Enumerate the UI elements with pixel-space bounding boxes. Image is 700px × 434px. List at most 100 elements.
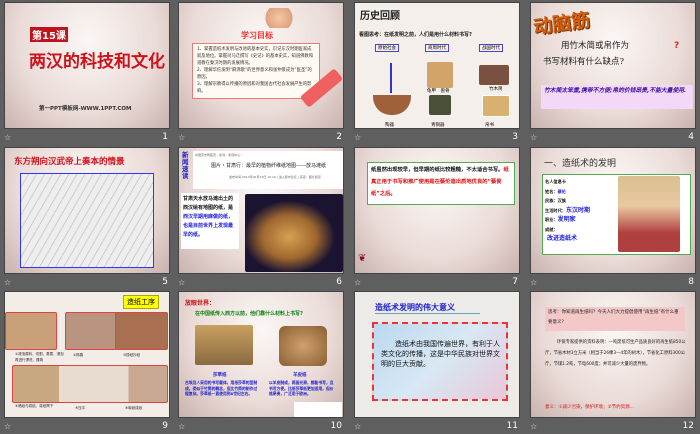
star-icon[interactable]: ☆ [354, 278, 361, 287]
info-card: 名人信息卡 姓名：蔡伦 民族：汉族 生活时代：东汉时期 职业：发明家 成就： 改… [542, 174, 691, 255]
era-label: 原始社会 [375, 44, 399, 52]
star-icon[interactable]: ☆ [354, 422, 361, 431]
slide-thumb-1[interactable]: 第15课 两汉的科技和文化 第一PPT模板网-WWW.1PPT.COM ☆ 1 [4, 2, 170, 145]
star-icon[interactable]: ☆ [178, 422, 185, 431]
heading: 学习目标 [241, 31, 273, 40]
field-label: 生活时代： [545, 207, 566, 213]
question: 用竹木简或帛作为 [561, 41, 630, 51]
text: 纸虽然出现较早，但早期的纸比较粗糙，不太适合书写。 [371, 167, 504, 173]
slide: 东方朔向汉武帝上奏本的情景 [4, 147, 170, 274]
logo: 历史回顾 [360, 11, 400, 22]
caption: ④晒纸与烘焙，将纸揭下 [15, 404, 54, 408]
slide: 历史回顾 看图思考：在纸发明之前，人们是用什么材料书写? 原始社会 商周时代 战… [354, 2, 520, 129]
slide-title: 一、造纸术的发明 [544, 159, 617, 169]
star-icon[interactable]: ☆ [4, 133, 11, 142]
question-mark-icon: ? [674, 41, 680, 51]
papyrus-text: 古埃及人采用的书写载体，用纸莎草的茎制成。类似于竹简的概念，但比竹简的制作过程复… [185, 380, 258, 396]
slide-thumb-12[interactable]: 思考：你知道再生纸吗？今天人们大力提倡使用“再生纸”有什么重要意义？ 环保专家提… [530, 291, 696, 434]
question: 书写材料有什么缺点? [543, 57, 625, 67]
step-image [5, 312, 57, 350]
slide-number: 9 [162, 421, 168, 431]
label: 青铜器 [431, 123, 445, 128]
era-label: 战国时代 [479, 44, 503, 52]
slide-number: 10 [330, 421, 342, 431]
slide-number: 6 [336, 277, 342, 287]
silk-book-image [482, 95, 510, 117]
objectives-box: 1、掌握造纸术发明与改进的基本史实，识记东汉时期医家成就及地位。掌握司马迁撰写《… [192, 43, 320, 99]
slide: 放眼世界： 在中国纸传入西方以前，他们靠什么材料上书写? 莎草纸 古埃及人采用的… [178, 291, 344, 418]
question: 看图思考：在纸发明之前，人们是用什么材料书写? [359, 32, 472, 38]
slide: 动脑筋 用竹木简或帛作为 书写材料有什么缺点? ? 竹木简太笨重,携带不方便;帛… [530, 2, 696, 129]
star-icon[interactable]: ☆ [4, 278, 11, 287]
parchment-image [279, 326, 327, 366]
slide-number: 3 [512, 132, 518, 142]
field-label: 姓名： [545, 188, 558, 194]
star-icon[interactable]: ☆ [530, 133, 537, 142]
slide-thumb-8[interactable]: 一、造纸术的发明 名人信息卡 姓名：蔡伦 民族：汉族 生活时代：东汉时期 职业：… [530, 147, 696, 290]
papyrus-image [195, 325, 253, 365]
lesson-badge: 第15课 [30, 27, 68, 42]
field-value: 蔡伦 [557, 188, 566, 194]
slide: 造纸工序 ①浸泡原料，切割，蒸煮，浸泡再进行漂洗，捶捣 ②捣春 ③捞纸抄纸 ④晒… [4, 291, 170, 418]
slide-thumb-6[interactable]: 新闻速读 中国历史网首页 › 新闻 › 新闻中心 › 图片・甘肃行：最早的植物纤… [178, 147, 344, 290]
achievement: 改进造纸术 [547, 235, 578, 242]
star-icon[interactable]: ☆ [530, 422, 537, 431]
breadcrumb: 中国历史网首页 › 新闻 › 新闻中心 › [195, 153, 243, 157]
meaning-text: 意义：①减少污染，保护环境；②节约资源… [545, 405, 635, 410]
label: 陶器 [385, 123, 394, 128]
star-icon[interactable]: ☆ [178, 133, 185, 142]
field-value: 发明家 [557, 216, 576, 223]
step-image [115, 312, 168, 350]
slide: 纸虽然出现较早，但早期的纸比较粗糙，不太适合书写。纸真正用于书写和推广使用是在蔡… [354, 147, 520, 274]
caption: ⑤压平 [75, 406, 86, 410]
field-value: 东汉时期 [565, 206, 590, 214]
logo-image [294, 402, 342, 417]
slide-thumb-7[interactable]: 纸虽然出现较早，但早期的纸比较粗糙，不太适合书写。纸真正用于书写和推广使用是在蔡… [354, 147, 520, 290]
arrow-up-icon [390, 63, 392, 93]
slide-thumb-10[interactable]: 放眼世界： 在中国纸传入西方以前，他们靠什么材料上书写? 莎草纸 古埃及人采用的… [178, 291, 344, 434]
slide-thumb-5[interactable]: 东方朔向汉武帝上奏本的情景 ☆ 5 [4, 147, 170, 290]
label: 帛书 [485, 123, 494, 128]
text: 。 [390, 191, 396, 197]
decoration-icon: ❦ [358, 253, 367, 264]
caption: ③捞纸抄纸 [123, 353, 141, 357]
footer: 第一PPT模板网-WWW.1PPT.COM [39, 106, 132, 112]
papyrus-title: 莎草纸 [213, 373, 227, 378]
step-image [12, 365, 168, 403]
slide-thumb-9[interactable]: 造纸工序 ①浸泡原料，切割，蒸煮，浸泡再进行漂洗，捶捣 ②捣春 ③捞纸抄纸 ④晒… [4, 291, 170, 434]
map-paper-image [245, 194, 343, 272]
caption: ⑥晾纸成纸 [125, 406, 143, 410]
slide-number: 11 [506, 421, 518, 431]
label: 竹木简 [489, 87, 503, 92]
slide-thumb-3[interactable]: 历史回顾 看图思考：在纸发明之前，人们是用什么材料书写? 原始社会 商周时代 战… [354, 2, 520, 145]
slide-thumb-11[interactable]: 造纸术发明的伟大意义 造纸术由我国传遍世界，有利于人类文化的传播，这是中华民族对… [354, 291, 520, 434]
star-icon[interactable]: ☆ [354, 133, 361, 142]
question-box: 思考：你知道再生纸吗？今天人们大力提倡使用“再生纸”有什么重要意义？ [545, 307, 685, 331]
field-label: 职业： [545, 217, 558, 222]
star-icon[interactable]: ☆ [4, 422, 11, 431]
slide-thumb-2[interactable]: 学习目标 1、掌握造纸术发明与改进的基本史实，识记东汉时期医家成就及地位。掌握司… [178, 2, 344, 145]
caption: ②捣春 [73, 353, 84, 357]
field-label: 民族： [545, 198, 558, 203]
slide-number: 7 [512, 277, 518, 287]
parchment-text: 以羊皮制成，两面光滑，都能书写，且书写方便。比纸莎草纸更加适用，但价格昂贵，广泛… [269, 380, 334, 396]
slide-title: 造纸术发明的伟大意义 [375, 302, 480, 314]
slide-number: 12 [682, 421, 694, 431]
kids-illustration [259, 8, 299, 28]
slide: 学习目标 1、掌握造纸术发明与改进的基本史实，识记东汉时期医家成就及地位。掌握司… [178, 2, 344, 129]
news-text: 甘肃天水放马滩出土的西汉绘有地图的纸，是西汉早期用麻做的纸，也是目前世界上发现最… [181, 193, 239, 249]
slide-thumb-4[interactable]: 动脑筋 用竹木简或帛作为 书写材料有什么缺点? ? 竹木简太笨重,携带不方便;帛… [530, 2, 696, 145]
text-box: 纸虽然出现较早，但早期的纸比较粗糙，不太适合书写。纸真正用于书写和推广使用是在蔡… [367, 162, 515, 205]
field-value: 汉族 [557, 198, 566, 203]
parchment-title: 羊皮纸 [293, 373, 307, 378]
star-icon[interactable]: ☆ [178, 278, 185, 287]
star-icon[interactable]: ☆ [530, 278, 537, 287]
text: 甘肃天水放马滩出土的西汉绘有地图的纸，是 [183, 196, 234, 211]
slide: 造纸术发明的伟大意义 造纸术由我国传遍世界，有利于人类文化的传播，这是中华民族对… [354, 291, 520, 418]
heading: 放眼世界： [185, 300, 216, 307]
question: 在中国纸传入西方以前，他们靠什么材料上书写? [195, 311, 303, 317]
label: 龟甲 兽骨 [427, 89, 450, 94]
slide-number: 5 [162, 277, 168, 287]
slide-title: 两汉的科技和文化 [29, 52, 165, 72]
banner: 动脑筋 [531, 9, 592, 39]
